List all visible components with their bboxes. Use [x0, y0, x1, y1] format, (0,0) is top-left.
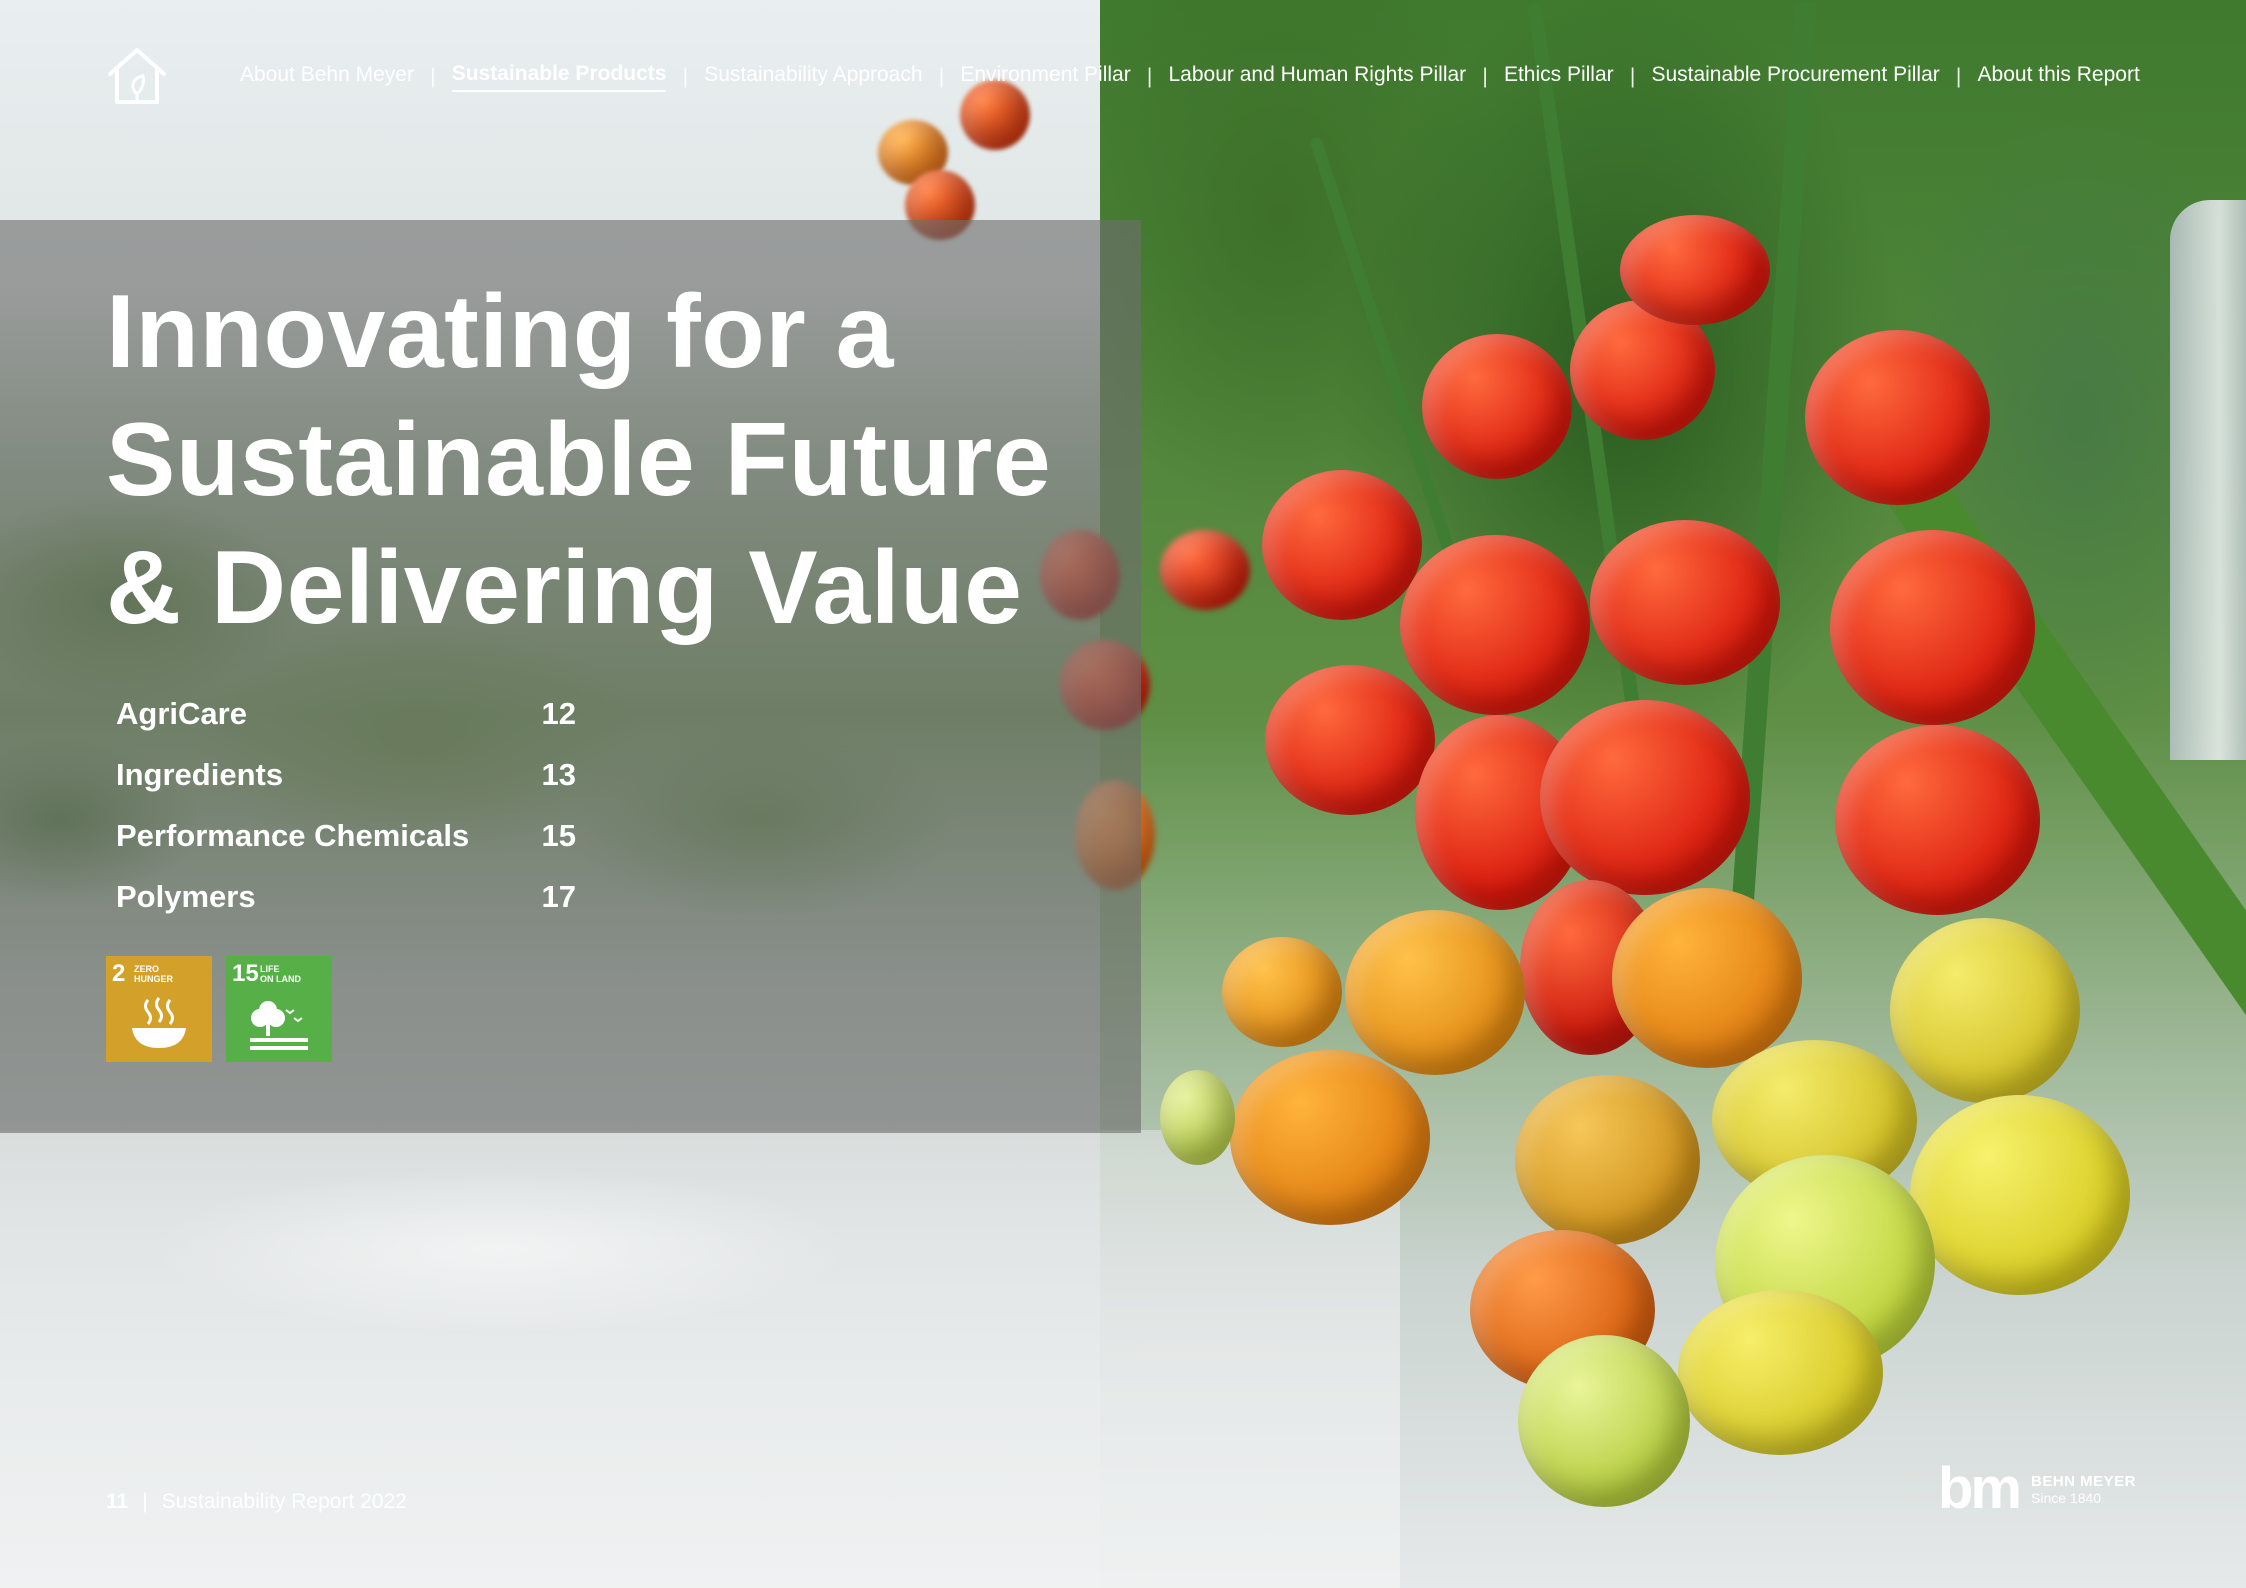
logo-text: BEHN MEYER Since 1840 — [2031, 1472, 2137, 1506]
toc-item-performance-chemicals[interactable]: Performance Chemicals 15 — [116, 805, 576, 866]
toc-page-number: 17 — [541, 878, 576, 914]
nav-sustainable-procurement-pillar[interactable]: Sustainable Procurement Pillar — [1651, 63, 1939, 91]
logo-mark: bm — [1938, 1456, 2022, 1521]
nav-sustainable-products[interactable]: Sustainable Products — [451, 62, 667, 92]
title-line: Innovating for a — [106, 274, 894, 390]
toc-page-number: 15 — [541, 817, 576, 853]
report-title: Sustainability Report 2022 — [161, 1490, 407, 1513]
title-line: Sustainable Future — [106, 402, 1052, 518]
toc-label: AgriCare — [116, 695, 247, 731]
sdg-badge-life-on-land: 15 LIFE ON LAND — [226, 956, 332, 1062]
toc-label: Performance Chemicals — [116, 817, 470, 853]
nav-separator: | — [1146, 65, 1153, 88]
nav-separator: | — [938, 65, 945, 88]
nav-about-behn-meyer[interactable]: About Behn Meyer — [240, 63, 414, 91]
nav-separator: | — [1482, 65, 1488, 88]
sdg-label: ZERO HUNGER — [134, 964, 174, 984]
top-navigation: About Behn Meyer | Sustainable Products … — [240, 62, 2140, 92]
nav-separator: | — [682, 65, 689, 88]
nav-sustainability-approach[interactable]: Sustainability Approach — [704, 63, 922, 91]
toc-label: Polymers — [116, 878, 256, 914]
nav-labour-human-rights-pillar[interactable]: Labour and Human Rights Pillar — [1169, 63, 1467, 91]
bowl-icon — [132, 997, 186, 1048]
nav-separator: | — [1955, 65, 1962, 88]
sdg-badge-zero-hunger: 2 ZERO HUNGER — [106, 956, 212, 1062]
toc-item-polymers[interactable]: Polymers 17 — [116, 866, 576, 927]
page-number: 11 — [106, 1490, 129, 1513]
nav-about-this-report[interactable]: About this Report — [1978, 63, 2140, 91]
toc-page-number: 13 — [541, 756, 576, 792]
toc-item-ingredients[interactable]: Ingredients 13 — [116, 744, 576, 805]
sdg-label: LIFE ON LAND — [260, 964, 301, 984]
home-icon[interactable] — [104, 44, 170, 108]
footer-separator: | — [142, 1490, 148, 1513]
nav-separator: | — [1629, 65, 1636, 88]
sdg-number: 2 — [112, 960, 126, 987]
toc-item-agricare[interactable]: AgriCare 12 — [116, 683, 576, 744]
table-of-contents: AgriCare 12 Ingredients 13 Performance C… — [116, 683, 576, 927]
nav-environment-pillar[interactable]: Environment Pillar — [960, 63, 1130, 91]
behn-meyer-logo: bm BEHN MEYER Since 1840 — [1938, 1460, 2136, 1518]
title-line: & Delivering Value — [106, 530, 1023, 646]
page-title: Innovating for a Sustainable Future & De… — [106, 268, 1051, 652]
tree-icon — [250, 1001, 308, 1050]
toc-label: Ingredients — [116, 756, 284, 792]
nav-ethics-pillar[interactable]: Ethics Pillar — [1504, 63, 1614, 91]
toc-page-number: 12 — [541, 695, 576, 731]
sdg-number: 15 — [232, 960, 259, 987]
nav-separator: | — [430, 65, 436, 88]
page-footer: 11 | Sustainability Report 2022 — [106, 1490, 407, 1514]
